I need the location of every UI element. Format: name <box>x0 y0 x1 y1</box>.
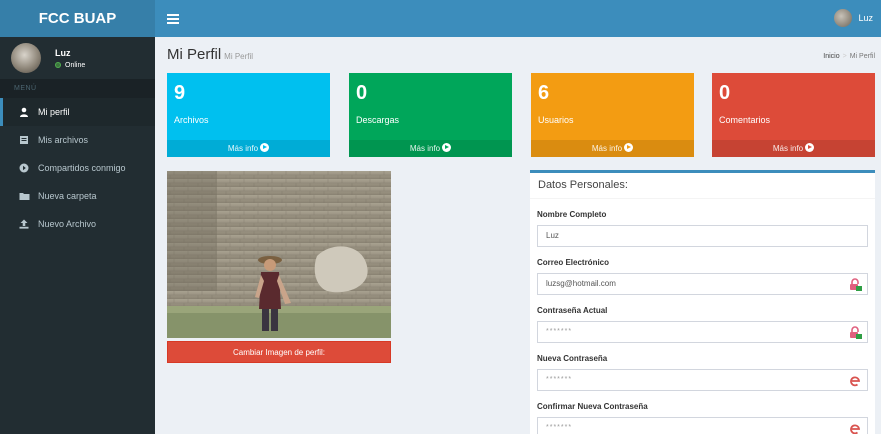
change-profile-image-button[interactable]: Cambiar Imagen de perfil: <box>167 341 391 363</box>
folder-icon <box>18 190 30 202</box>
sidebar-user-name: Luz <box>55 47 71 58</box>
top-navbar: Luz <box>155 0 881 37</box>
info-box-archivos: 9 Archivos Más info <box>167 73 330 157</box>
sidebar-item-nueva-carpeta[interactable]: Nueva carpeta <box>0 182 155 210</box>
red-e-icon <box>850 376 860 387</box>
breadcrumb-current: Mi Perfil <box>849 53 875 60</box>
sidebar-toggle-icon[interactable] <box>167 13 179 24</box>
input-value: ******* <box>546 424 573 431</box>
sidebar-item-label: Nuevo Archivo <box>38 219 97 229</box>
menu-header: MENÚ <box>0 79 155 98</box>
panel-title: Datos Personales: <box>530 173 875 199</box>
box-more-info-link[interactable]: Más info <box>712 140 875 157</box>
email-lock-icon <box>850 278 862 291</box>
online-status: Online <box>55 62 85 69</box>
box-more-info-link[interactable]: Más info <box>349 140 512 157</box>
email-input[interactable]: luzsg@hotmail.com <box>537 273 868 295</box>
avatar <box>834 9 853 27</box>
form-group-confirmar: Confirmar Nueva Contraseña ******* <box>537 402 868 434</box>
sidebar-avatar <box>11 43 41 73</box>
box-number: 6 <box>538 82 550 104</box>
sidebar: Luz Online MENÚ Mi perfil Mis archivos C… <box>0 37 155 434</box>
sidebar-item-label: Mi perfil <box>38 107 70 117</box>
input-value: luzsg@hotmail.com <box>546 279 616 288</box>
form-group-correo: Correo Electrónico luzsg@hotmail.com <box>537 258 868 295</box>
box-label: Usuarios <box>538 115 574 125</box>
status-text: Online <box>65 61 86 69</box>
input-value: Luz <box>546 231 559 240</box>
sidebar-item-compartidos[interactable]: Compartidos conmigo <box>0 154 155 182</box>
arrow-circle-right-icon <box>805 143 815 152</box>
more-info-text: Más info <box>227 144 259 153</box>
info-box-comentarios: 0 Comentarios Más info <box>712 73 875 157</box>
profile-photo <box>167 171 391 338</box>
confirm-password-input[interactable]: ******* <box>537 417 868 434</box>
field-label: Nueva Contraseña <box>537 354 608 363</box>
user-menu-name: Luz <box>858 13 873 23</box>
breadcrumb-home[interactable]: Inicio <box>823 53 839 60</box>
user-icon <box>18 106 30 118</box>
form-group-nombre: Nombre Completo Luz <box>537 210 868 247</box>
arrow-circle-right-icon <box>624 143 634 152</box>
box-label: Descargas <box>356 115 400 125</box>
file-icon <box>18 134 30 146</box>
box-more-info-link[interactable]: Más info <box>167 140 330 157</box>
more-info-text: Más info <box>409 144 441 153</box>
key-lock-icon <box>850 326 862 339</box>
full-name-input[interactable]: Luz <box>537 225 868 247</box>
sidebar-item-mi-perfil[interactable]: Mi perfil <box>0 98 155 126</box>
breadcrumb-separator: > <box>842 53 847 60</box>
user-panel: Luz Online <box>0 37 155 79</box>
info-box-descargas: 0 Descargas Más info <box>349 73 512 157</box>
user-menu[interactable]: Luz <box>834 9 873 27</box>
sidebar-item-label: Compartidos conmigo <box>38 163 126 173</box>
box-number: 0 <box>719 82 731 104</box>
more-info-text: Más info <box>772 144 804 153</box>
red-e-icon <box>850 424 860 434</box>
page-title: Mi Perfil Mi Perfil <box>167 46 253 63</box>
sidebar-item-nuevo-archivo[interactable]: Nuevo Archivo <box>0 210 155 238</box>
box-more-info-link[interactable]: Más info <box>531 140 694 157</box>
input-value: ******* <box>546 376 573 383</box>
share-icon <box>18 162 30 174</box>
sidebar-item-label: Mis archivos <box>38 135 89 145</box>
sidebar-item-label: Nueva carpeta <box>38 191 97 201</box>
field-label: Correo Electrónico <box>537 258 610 267</box>
breadcrumb: Inicio > Mi Perfil <box>823 53 875 60</box>
box-label: Comentarios <box>719 115 771 125</box>
upload-icon <box>18 218 30 230</box>
new-password-input[interactable]: ******* <box>537 369 868 391</box>
arrow-circle-right-icon <box>260 143 270 152</box>
field-label: Contraseña Actual <box>537 306 608 315</box>
field-label: Nombre Completo <box>537 210 607 219</box>
brand-logo[interactable]: FCC BUAP <box>0 0 155 37</box>
field-label: Confirmar Nueva Contraseña <box>537 402 648 411</box>
form-group-password-nueva: Nueva Contraseña ******* <box>537 354 868 391</box>
current-password-input[interactable]: ******* <box>537 321 868 343</box>
page-subtitle: Mi Perfil <box>224 52 254 61</box>
box-number: 0 <box>356 82 368 104</box>
box-label: Archivos <box>174 115 209 125</box>
page-title-text: Mi Perfil <box>167 46 222 63</box>
input-value: ******* <box>546 328 573 335</box>
form-group-password-actual: Contraseña Actual ******* <box>537 306 868 343</box>
sidebar-item-mis-archivos[interactable]: Mis archivos <box>0 126 155 154</box>
info-box-usuarios: 6 Usuarios Más info <box>531 73 694 157</box>
personal-data-panel: Datos Personales: Nombre Completo Luz Co… <box>530 170 875 434</box>
brand-text: FCC BUAP <box>38 10 117 27</box>
box-number: 9 <box>174 82 186 104</box>
arrow-circle-right-icon <box>442 143 452 152</box>
status-dot-icon <box>55 62 61 68</box>
more-info-text: Más info <box>591 144 623 153</box>
